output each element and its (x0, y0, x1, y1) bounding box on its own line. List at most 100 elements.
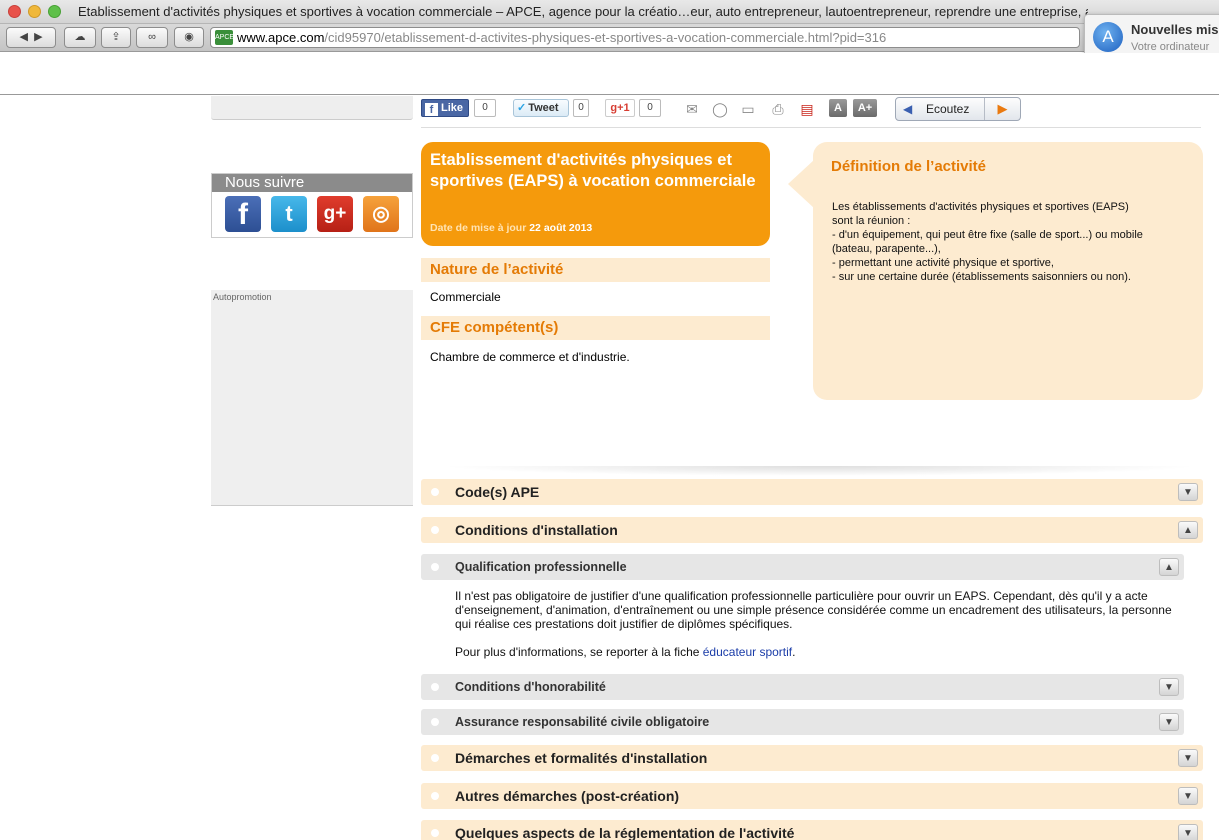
gplus-count: 0 (639, 99, 661, 117)
accordion-code-ape[interactable]: Code(s) APE ▼ (421, 479, 1203, 505)
stop-button[interactable]: ◉ (174, 27, 204, 48)
play-icon[interactable]: ▶ (984, 98, 1020, 120)
back-forward-button[interactable]: ◀ ▶ (6, 27, 56, 48)
google-plus-icon[interactable]: g+ (317, 196, 353, 232)
twitter-bird-icon: ✓ (517, 102, 527, 114)
update-date-value: 22 août 2013 (529, 222, 593, 234)
definition-box: Définition de l’activité Les établisseme… (813, 142, 1203, 400)
definition-bubble-tail (788, 160, 814, 208)
like-label: Like (441, 102, 464, 114)
twitter-icon[interactable]: t (271, 196, 307, 232)
follow-us-title: Nous suivre (212, 174, 412, 192)
chevron-down-icon[interactable]: ▼ (1159, 678, 1179, 696)
accordion-label: Conditions d'installation (455, 522, 618, 538)
accordion-conditions-installation[interactable]: Conditions d'installation ▲ (421, 517, 1203, 543)
bullet-icon (431, 829, 439, 837)
qualification-more-info: Pour plus d'informations, se reporter à … (455, 645, 795, 659)
increase-font-icon[interactable]: A+ (853, 99, 877, 117)
chevron-down-icon[interactable]: ▼ (1159, 713, 1179, 731)
educateur-sportif-link[interactable]: éducateur sportif (703, 645, 792, 659)
page-title: Etablissement d'activités physiques et s… (430, 151, 756, 190)
accordion-label: Conditions d'honorabilité (455, 680, 606, 694)
comment-icon[interactable]: ◯ (710, 101, 730, 117)
pdf-icon[interactable]: ▤ (797, 101, 817, 117)
share-button[interactable]: ⇪ (101, 27, 131, 48)
accordion-demarches[interactable]: Démarches et formalités d'installation ▼ (421, 745, 1203, 771)
accordion-label: Code(s) APE (455, 484, 540, 500)
glasses-icon: ∞ (148, 31, 156, 43)
accordion-label: Qualification professionnelle (455, 560, 627, 574)
page-title-box: Etablissement d'activités physiques et s… (421, 142, 770, 246)
email-icon[interactable]: ✉ (682, 101, 702, 117)
google-plus-one-button[interactable]: g+1 (605, 99, 635, 117)
listen-button[interactable]: ◀ Ecoutez ▶ (895, 97, 1021, 121)
accordion-honorabilite[interactable]: Conditions d'honorabilité ▼ (421, 674, 1184, 700)
gplus-label: +1 (617, 102, 630, 114)
print-icon[interactable]: ⎙ (768, 101, 788, 117)
update-date: Date de mise à jour 22 août 2013 (430, 222, 592, 234)
accordion-reglementation[interactable]: Quelques aspects de la réglementation de… (421, 820, 1203, 840)
chevron-down-icon[interactable]: ▼ (1178, 483, 1198, 501)
apce-favicon-icon: APCE (215, 30, 234, 45)
definition-line: (bateau, parapente...), (832, 243, 941, 255)
like-count: 0 (474, 99, 496, 117)
decrease-font-icon[interactable]: A (829, 99, 847, 117)
forward-arrow-icon: ▶ (34, 31, 43, 43)
bullet-icon (431, 526, 439, 534)
bullet-icon (431, 683, 439, 691)
address-path: /cid95970/etablissement-d-activites-phys… (324, 30, 887, 45)
qualification-text: Il n'est pas obligatoire de justifier d'… (455, 589, 1172, 631)
autopromotion-box: Autopromotion (211, 290, 413, 506)
definition-line: - d'un équipement, qui peut être fixe (s… (832, 229, 1143, 241)
facebook-f-icon: f (425, 103, 438, 116)
accordion-qualification[interactable]: Qualification professionnelle ▲ (421, 554, 1184, 580)
accordion-autres-demarches[interactable]: Autres démarches (post-création) ▼ (421, 783, 1203, 809)
chevron-down-icon[interactable]: ▼ (1178, 749, 1198, 767)
address-bar[interactable]: APCE www.apce.com/cid95970/etablissement… (210, 27, 1080, 48)
definition-title: Définition de l’activité (831, 158, 987, 175)
rss-icon[interactable]: ◎ (363, 196, 399, 232)
browser-toolbar: ◀ ▶ ☁ ⇪ ∞ ◉ APCE www.apce.com/cid95970/e… (0, 24, 1219, 52)
bullet-icon (431, 792, 439, 800)
chevron-down-icon[interactable]: ▼ (1178, 824, 1198, 840)
close-window-button[interactable] (8, 5, 21, 18)
reading-list-button[interactable]: ∞ (136, 27, 168, 48)
definition-line: Les établissements d'activités physiques… (832, 201, 1129, 213)
autopromotion-label: Autopromotion (213, 292, 272, 302)
cloud-icon: ☁ (74, 31, 86, 43)
chevron-up-icon[interactable]: ▲ (1159, 558, 1179, 576)
bullet-icon (431, 718, 439, 726)
minimize-window-button[interactable] (28, 5, 41, 18)
notification-popup[interactable]: A Nouvelles mis Votre ordinateur (1084, 14, 1219, 58)
bullet-icon (431, 754, 439, 762)
icloud-tabs-button[interactable]: ☁ (64, 27, 96, 48)
chevron-up-icon[interactable]: ▲ (1178, 521, 1198, 539)
tweet-count: 0 (573, 99, 589, 117)
zoom-window-button[interactable] (48, 5, 61, 18)
page: Etablissement d'activités physiques et s… (0, 0, 1219, 840)
facebook-icon[interactable]: f (225, 196, 261, 232)
cfe-section-title: CFE compétent(s) (421, 316, 770, 340)
accordion-assurance[interactable]: Assurance responsabilité civile obligato… (421, 709, 1184, 735)
window-titlebar: Etablissement d'activités physiques et s… (0, 0, 1219, 24)
speaker-icon: ◀ (903, 102, 913, 116)
section-divider-shadow (440, 466, 1200, 476)
accordion-label: Assurance responsabilité civile obligato… (455, 715, 710, 729)
follow-us-box: Nous suivre f t g+ ◎ (211, 173, 413, 238)
tweet-button[interactable]: ✓ Tweet (513, 99, 569, 117)
definition-line: - permettant une activité physique et sp… (832, 257, 1054, 269)
stop-icon: ◉ (184, 31, 194, 43)
tweet-label: Tweet (528, 102, 559, 114)
facebook-like-button[interactable]: f Like (421, 99, 469, 117)
address-domain: www.apce.com (237, 30, 325, 45)
update-date-label: Date de mise à jour (430, 222, 527, 234)
chevron-down-icon[interactable]: ▼ (1178, 787, 1198, 805)
notification-title: Nouvelles mis (1131, 22, 1219, 37)
app-store-icon: A (1093, 22, 1123, 52)
definition-text: Les établissements d'activités physiques… (832, 200, 1182, 284)
send-icon[interactable]: ▭ (738, 101, 758, 117)
listen-label: Ecoutez (926, 102, 970, 116)
accordion-label: Autres démarches (post-création) (455, 788, 680, 804)
more-info-prefix: Pour plus d'informations, se reporter à … (455, 645, 703, 659)
page-top-area (0, 53, 1219, 95)
